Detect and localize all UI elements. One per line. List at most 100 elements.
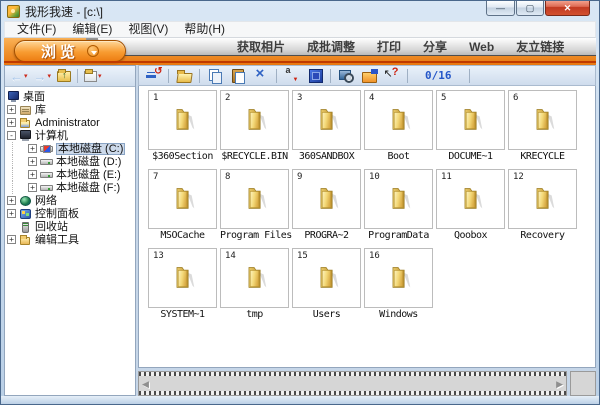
folder-thumbnail[interactable]: 13 SYSTEM~1	[148, 248, 217, 320]
folder-thumbnail[interactable]: 9 PROGRA~2	[292, 169, 361, 241]
tab-web[interactable]: Web	[458, 40, 505, 54]
back-button[interactable]: ← ▾	[9, 68, 29, 85]
tree-item-drive-c[interactable]: + 本地磁盘 (C:)	[7, 142, 135, 155]
expander-minus-icon[interactable]: -	[7, 131, 16, 140]
select-all-button[interactable]	[305, 67, 325, 84]
back-dropdown-icon[interactable]: ▾	[24, 72, 28, 80]
expander-plus-icon[interactable]: +	[28, 183, 37, 192]
tree-item-desktop[interactable]: 桌面	[7, 90, 135, 103]
delete-button[interactable]	[251, 65, 271, 84]
folder-thumbnail[interactable]: 15 Users	[292, 248, 361, 320]
tab-print[interactable]: 打印	[366, 38, 412, 55]
open-folder-button[interactable]	[174, 67, 194, 84]
expander-plus-icon[interactable]: +	[7, 209, 16, 218]
help-pointer-button[interactable]	[382, 66, 402, 84]
folder-name: PROGRA~2	[304, 230, 349, 241]
acquire-folder-button[interactable]	[359, 67, 379, 84]
folder-thumbnail[interactable]: 4 Boot	[364, 90, 433, 162]
tab-acquire-photo[interactable]: 获取相片	[226, 38, 296, 55]
tree-item-control-panel[interactable]: + 控制面板	[7, 207, 135, 220]
thumbnail-box: 15	[292, 248, 361, 308]
sidebar: ←▾→▾▾ 桌面+库+Administrator-计算机+本地磁盘 (C:)+本…	[4, 65, 136, 396]
tree-item-edit-tools[interactable]: + 编辑工具	[7, 233, 135, 246]
folder-name: KRECYCLE	[520, 151, 565, 162]
folder-icon	[176, 109, 195, 130]
filmstrip-scrollbar[interactable]: ◀ ▶	[138, 371, 567, 396]
forward-icon: →	[33, 68, 47, 84]
tree-item-administrator[interactable]: + Administrator	[7, 116, 135, 129]
thumbnail-box: 8	[220, 169, 289, 229]
chevron-down-icon[interactable]	[87, 45, 99, 57]
folder-icon	[176, 267, 195, 288]
copy-button[interactable]	[205, 67, 225, 84]
tree-item-recycle-bin[interactable]: 回收站	[7, 220, 135, 233]
thumbnail-size-icon	[145, 66, 163, 83]
expander-plus-icon[interactable]: +	[7, 105, 16, 114]
toolbar-separator	[468, 68, 470, 83]
tree-item-drive-f[interactable]: + 本地磁盘 (F:)	[7, 181, 135, 194]
thumbnail-number: 4	[369, 93, 375, 103]
thumbnail-size-button[interactable]	[143, 66, 163, 84]
folder-views-dropdown-icon[interactable]: ▾	[98, 72, 102, 80]
tree-item-libraries[interactable]: + 库	[7, 103, 135, 116]
expander-plus-icon[interactable]: +	[7, 235, 16, 244]
thumbnail-number: 13	[153, 251, 164, 261]
thumbnail-grid: 1 $360Section 2 $RECYCLE.BIN 3 360SANDBOX 4 Boo…	[148, 90, 595, 320]
tree-item-label: 回收站	[35, 220, 68, 233]
folder-views-button[interactable]: ▾	[83, 68, 103, 85]
thumbnail-number: 9	[297, 172, 303, 182]
drive-system-icon	[40, 143, 53, 155]
expander-plus-icon[interactable]: +	[7, 118, 16, 127]
folder-name: Windows	[379, 309, 418, 320]
folder-thumbnail[interactable]: 5 DOCUME~1	[436, 90, 505, 162]
tree-item-network[interactable]: + 网络	[7, 194, 135, 207]
close-button[interactable]: ✕	[545, 1, 590, 16]
folder-icon	[176, 188, 195, 209]
folder-thumbnail[interactable]: 6 KRECYCLE	[508, 90, 577, 162]
expander-plus-icon[interactable]: +	[7, 196, 16, 205]
tree-item-label: 控制面板	[35, 207, 79, 220]
maximize-button[interactable]: ▢	[516, 1, 544, 16]
folder-name: tmp	[246, 309, 263, 320]
folder-thumbnail[interactable]: 3 360SANDBOX	[292, 90, 361, 162]
folder-thumbnail[interactable]: 2 $RECYCLE.BIN	[220, 90, 289, 162]
tab-share[interactable]: 分享	[412, 38, 458, 55]
minimize-button[interactable]: —	[486, 1, 515, 16]
tree-item-drive-e[interactable]: + 本地磁盘 (E:)	[7, 168, 135, 181]
filmstrip-left-arrow-icon[interactable]: ◀	[142, 379, 149, 389]
browse-button[interactable]: 浏览	[14, 40, 126, 62]
menu-item-file[interactable]: 文件(F)	[9, 22, 64, 37]
tree-item-computer[interactable]: - 计算机	[7, 129, 135, 142]
drive-icon	[40, 182, 53, 194]
sort-button[interactable]	[282, 65, 302, 84]
folder-thumbnail[interactable]: 7 MSOCache	[148, 169, 217, 241]
thumbnail-box: 10	[364, 169, 433, 229]
paste-button[interactable]	[228, 67, 248, 84]
menu-item-view[interactable]: 视图(V)	[120, 22, 176, 37]
expander-plus-icon[interactable]: +	[28, 157, 37, 166]
tab-batch-adjust[interactable]: 成批调整	[296, 38, 366, 55]
menu-item-help[interactable]: 帮助(H)	[176, 22, 233, 37]
tree-item-label: 库	[35, 103, 46, 116]
forward-button[interactable]: → ▾	[33, 68, 53, 85]
tab-ulead-links[interactable]: 友立链接	[505, 38, 575, 55]
forward-dropdown-icon[interactable]: ▾	[48, 72, 52, 80]
thumbnail-panel: 1 $360Section 2 $RECYCLE.BIN 3 360SANDBOX 4 Boo…	[138, 86, 596, 368]
up-folder-button[interactable]	[56, 68, 72, 85]
filmstrip-right-arrow-icon[interactable]: ▶	[556, 379, 563, 389]
folder-thumbnail[interactable]: 11 Qoobox	[436, 169, 505, 241]
folder-icon	[248, 188, 267, 209]
folder-thumbnail[interactable]: 10 ProgramData	[364, 169, 433, 241]
menu-item-edit[interactable]: 编辑(E)	[64, 22, 120, 37]
folder-thumbnail[interactable]: 14 tmp	[220, 248, 289, 320]
expander-plus-icon[interactable]: +	[28, 170, 37, 179]
folder-thumbnail[interactable]: 1 $360Section	[148, 90, 217, 162]
up-folder-icon	[57, 68, 72, 82]
folder-thumbnail[interactable]: 16 Windows	[364, 248, 433, 320]
folder-thumbnail[interactable]: 12 Recovery	[508, 169, 577, 241]
tree-item-drive-d[interactable]: + 本地磁盘 (D:)	[7, 155, 135, 168]
expander-plus-icon[interactable]: +	[28, 144, 37, 153]
folder-thumbnail[interactable]: 8 Program Files	[220, 169, 292, 241]
preview-button[interactable]	[336, 67, 356, 84]
